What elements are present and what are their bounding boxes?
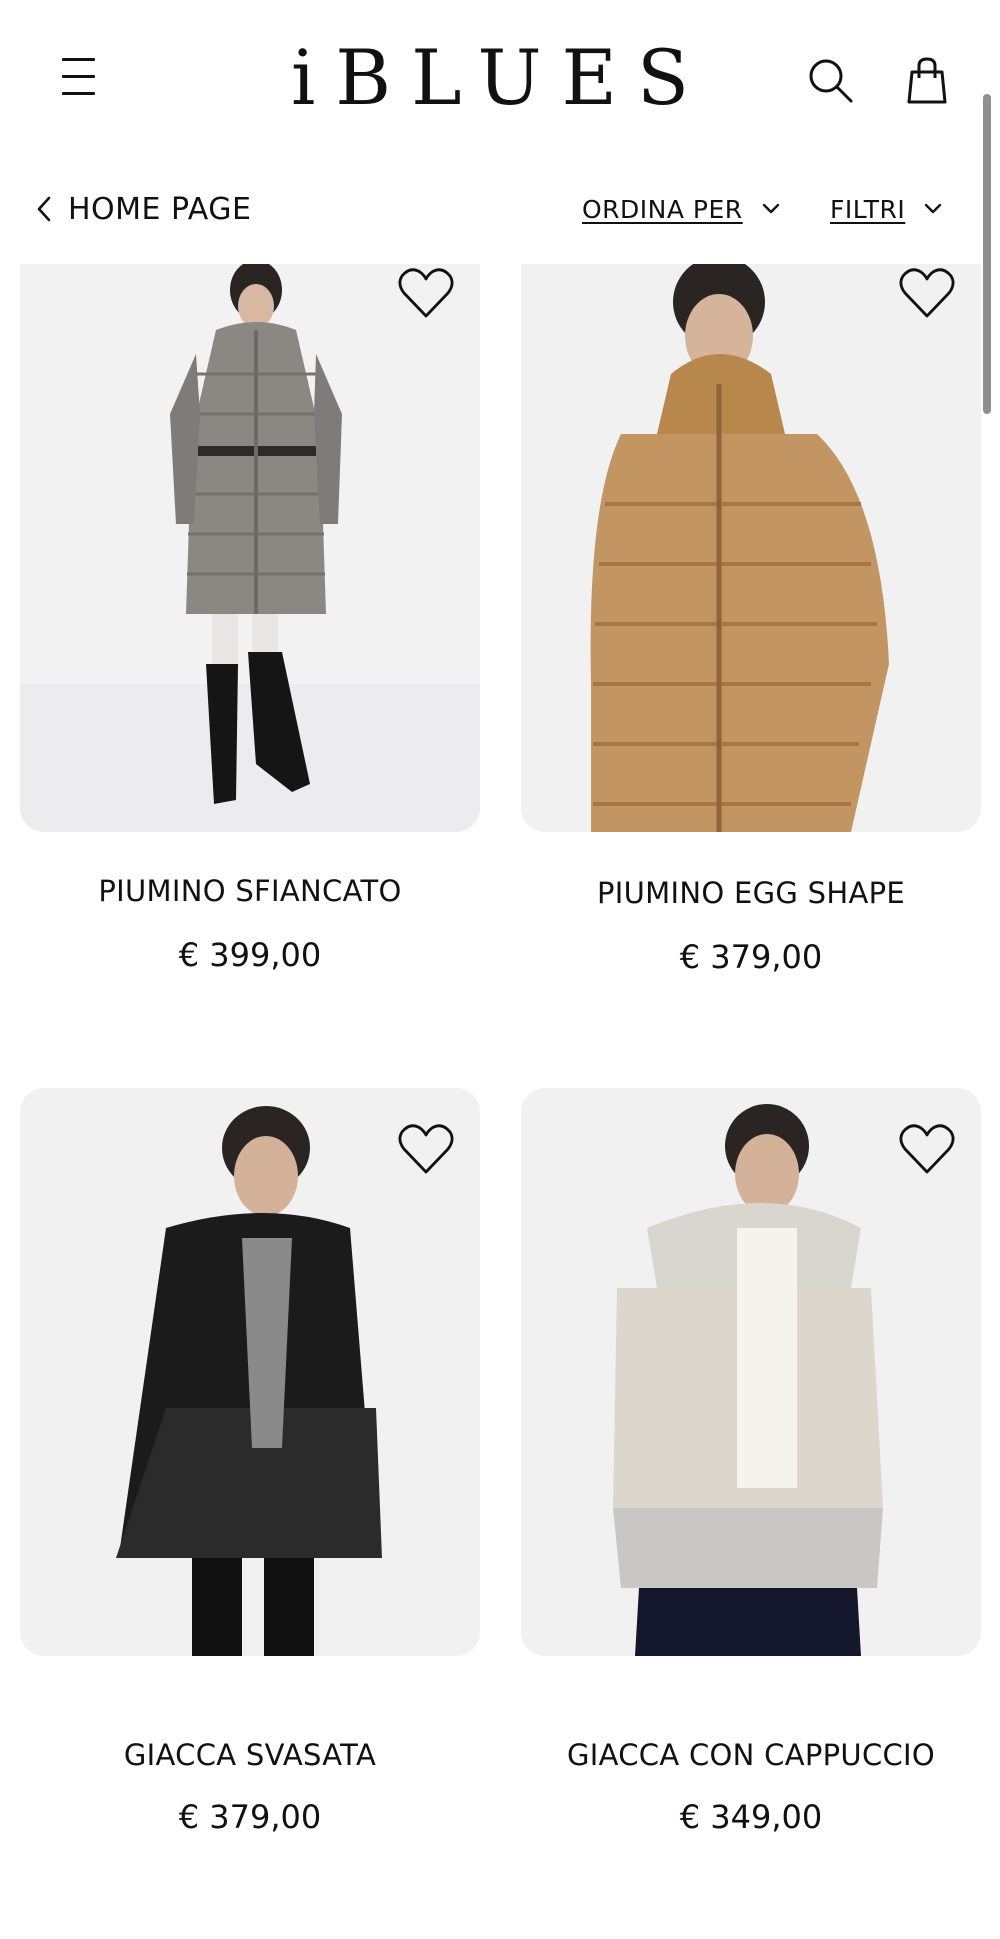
back-to-home-link[interactable]: HOME PAGE [34,184,251,234]
product-image[interactable] [20,264,480,832]
product-name[interactable]: GIACCA SVASATA [20,1738,480,1772]
product-card[interactable]: GIACCA CON CAPPUCCIO € 349,00 [521,1088,981,1836]
product-card[interactable]: GIACCA SVASATA € 379,00 [20,1088,480,1836]
heart-icon[interactable] [396,1120,456,1180]
chevron-down-icon [925,203,942,214]
heart-icon[interactable] [396,264,456,324]
product-price: € 349,00 [679,1798,823,1836]
filter-label: FILTRI [830,194,906,224]
scrollbar[interactable] [983,94,991,414]
product-price: € 379,00 [679,938,823,976]
product-card[interactable]: PIUMINO SFIANCATO € 399,00 [20,264,480,974]
product-image[interactable] [20,1088,480,1656]
product-price: € 379,00 [178,1798,322,1836]
product-name[interactable]: PIUMINO SFIANCATO [20,874,480,908]
filter-dropdown[interactable]: FILTRI [830,184,943,234]
product-name[interactable]: GIACCA CON CAPPUCCIO [521,1738,981,1772]
menu-icon[interactable] [56,54,104,102]
product-image[interactable] [521,1088,981,1656]
listing-toolbar: HOME PAGE ORDINA PER FILTRI [0,180,1000,236]
sort-dropdown[interactable]: ORDINA PER [582,184,781,234]
chevron-left-icon [37,196,51,222]
shopping-bag-icon[interactable] [902,56,952,106]
product-image[interactable] [521,264,981,832]
back-link-label: HOME PAGE [68,191,252,227]
heart-icon[interactable] [897,1120,957,1180]
sort-label: ORDINA PER [582,194,743,224]
search-icon[interactable] [806,56,856,106]
product-price: € 399,00 [178,936,322,974]
site-header: iBLUES [0,0,1000,160]
heart-icon[interactable] [897,264,957,324]
chevron-down-icon [762,203,779,214]
brand-logo[interactable]: iBLUES [260,28,740,128]
product-name[interactable]: PIUMINO EGG SHAPE [521,876,981,910]
product-card[interactable]: PIUMINO EGG SHAPE € 379,00 [521,264,981,976]
